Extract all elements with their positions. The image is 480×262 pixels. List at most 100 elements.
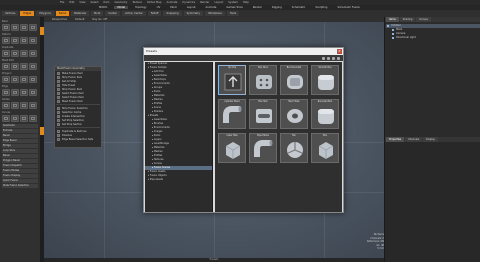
tool-button[interactable]: Fusion Dispatch: [2, 164, 38, 168]
tool-icon[interactable]: [29, 63, 37, 70]
layout-tab[interactable]: Paint: [167, 6, 179, 9]
panel-tab[interactable]: Groups: [416, 17, 431, 22]
preset-thumbnail[interactable]: Box: [311, 133, 339, 163]
close-icon[interactable]: ×: [337, 49, 342, 54]
tool-icon[interactable]: [20, 89, 28, 96]
tool-icon[interactable]: [11, 76, 19, 83]
tool-icon[interactable]: [11, 115, 19, 122]
tree-item[interactable]: ▾ Pipe Assets: [145, 178, 212, 182]
menu-item[interactable]: Edit: [69, 1, 74, 4]
search-icon[interactable]: [332, 56, 335, 60]
preset-thumbnail[interactable]: Box Slot: [249, 99, 277, 129]
mode-button[interactable]: Vertices: [2, 11, 19, 16]
tool-button[interactable]: Fusion Modes: [2, 169, 38, 173]
preset-thumbnail[interactable]: Pipe Elbow: [249, 133, 277, 163]
panel-tab[interactable]: Shading: [399, 17, 416, 22]
tool-icon[interactable]: [20, 50, 28, 57]
tool-icon[interactable]: [2, 37, 10, 44]
tool-icon[interactable]: [11, 102, 19, 109]
viewport-option[interactable]: Default: [75, 18, 84, 21]
layout-tab[interactable]: Schematic: [289, 6, 309, 9]
tool-icon[interactable]: [11, 63, 19, 70]
tool-icon[interactable]: [20, 63, 28, 70]
layout-tab[interactable]: Rigging: [269, 6, 285, 9]
properties-tab[interactable]: Properties: [386, 137, 405, 142]
geometry-command[interactable]: Edge Bevel Selection Sets: [55, 137, 101, 141]
menu-item[interactable]: Dynamics: [182, 1, 195, 4]
tool-icon[interactable]: [2, 102, 10, 109]
tool-icon[interactable]: [20, 37, 28, 44]
mode-button[interactable]: Pivot: [90, 11, 104, 16]
tool-icon[interactable]: [29, 24, 37, 31]
tool-icon[interactable]: [29, 102, 37, 109]
grid-view-icon[interactable]: [327, 56, 330, 60]
layout-tab[interactable]: Render: [250, 6, 265, 9]
viewport-option[interactable]: Perspective: [52, 18, 67, 21]
layout-tab[interactable]: Topology: [132, 6, 149, 9]
list-view-icon[interactable]: [322, 56, 325, 60]
tool-icon[interactable]: [2, 63, 10, 70]
panel-tab[interactable]: Items: [386, 17, 399, 22]
properties-tab[interactable]: Channels: [405, 137, 423, 142]
menu-item[interactable]: Texture: [132, 1, 142, 4]
mode-button[interactable]: Symmetry: [183, 11, 204, 16]
viewport-option[interactable]: Ray GL: Off: [93, 18, 108, 21]
layout-tab[interactable]: MODO: [96, 6, 110, 9]
tool-icon[interactable]: [11, 37, 19, 44]
tool-button[interactable]: Bevel: [2, 134, 38, 138]
tool-button[interactable]: Bridge: [2, 144, 38, 148]
preset-thumbnail[interactable]: Box Dice: [249, 65, 277, 95]
preset-thumbnail[interactable]: Cube Hole: [218, 133, 246, 163]
menu-item[interactable]: Help: [243, 1, 249, 4]
settings-icon[interactable]: [337, 56, 340, 60]
tool-button[interactable]: Subdivide: [2, 124, 38, 128]
tool-button[interactable]: Fusion Display: [2, 174, 38, 178]
preset-thumbnail[interactable]: Fan: [280, 133, 308, 163]
tool-button[interactable]: Slide Fusion Selection: [2, 184, 38, 188]
mode-button[interactable]: Snapping: [163, 11, 182, 16]
geometry-command[interactable]: Set Strip Section: [55, 122, 101, 126]
tool-icon[interactable]: [11, 89, 19, 96]
menu-item[interactable]: Animate: [167, 1, 178, 4]
preset-thumbnail[interactable]: Up One: [218, 65, 246, 95]
tool-icon[interactable]: [29, 76, 37, 83]
tool-icon[interactable]: [29, 37, 37, 44]
layout-tab[interactable]: UV: [154, 6, 164, 9]
tool-button[interactable]: Edge Bevel: [2, 139, 38, 143]
mode-button[interactable]: Edges: [20, 11, 35, 16]
tool-icon[interactable]: [2, 24, 10, 31]
geometry-command[interactable]: Mesh Fusion Item: [55, 99, 101, 103]
item-row[interactable]: Directional Light: [386, 36, 480, 40]
tool-icon[interactable]: [29, 115, 37, 122]
mode-button[interactable]: Tools: [226, 11, 240, 16]
layout-tab[interactable]: Animate: [203, 6, 220, 9]
tool-button[interactable]: Polygon Bevel: [2, 159, 38, 163]
menu-item[interactable]: Vertex Map: [147, 1, 162, 4]
menu-item[interactable]: File: [60, 1, 64, 4]
menu-item[interactable]: View: [79, 1, 85, 4]
preset-thumbnail[interactable]: Box Rounded: [280, 65, 308, 95]
preset-thumbnail[interactable]: Bent Tube: [280, 99, 308, 129]
tool-icon[interactable]: [2, 115, 10, 122]
menu-item[interactable]: Geometry: [114, 1, 127, 4]
tool-button[interactable]: Bevel: [2, 154, 38, 158]
mode-button[interactable]: Center: [105, 11, 121, 16]
layout-tab[interactable]: Schematic Fusion: [334, 6, 363, 9]
tool-button[interactable]: Quick Fusion: [2, 179, 38, 183]
preset-thumbnail[interactable]: Cylinder Bend: [218, 99, 246, 129]
mode-button[interactable]: Action Center: [122, 11, 146, 16]
layout-tab[interactable]: Model: [114, 6, 129, 9]
preset-thumbnail[interactable]: Rounded Box: [311, 99, 339, 129]
tool-icon[interactable]: [11, 24, 19, 31]
mode-button[interactable]: Workplane: [205, 11, 225, 16]
tool-icon[interactable]: [29, 89, 37, 96]
layout-tab[interactable]: Games Tools: [223, 6, 245, 9]
tool-button[interactable]: Loop Slice: [2, 149, 38, 153]
tool-icon[interactable]: [2, 89, 10, 96]
tool-icon[interactable]: [20, 76, 28, 83]
mode-button[interactable]: Falloff: [147, 11, 162, 16]
tool-icon[interactable]: [20, 24, 28, 31]
tool-icon[interactable]: [29, 50, 37, 57]
preset-thumbnail[interactable]: Smooth Box: [311, 65, 339, 95]
tool-icon[interactable]: [2, 50, 10, 57]
